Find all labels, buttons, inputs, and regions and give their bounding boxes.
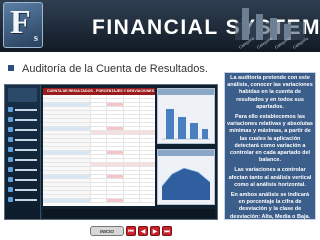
next-slide-button[interactable]: ▶ — [150, 226, 160, 236]
header-bar — [270, 18, 277, 40]
header-bar — [242, 8, 249, 40]
app-sidebar-item — [8, 186, 37, 193]
app-sidebar-item — [8, 116, 37, 123]
app-sidebar-item — [8, 176, 37, 183]
app-mini-bar-chart — [162, 109, 210, 140]
header-bar — [256, 14, 263, 40]
app-table-title: CUENTA DE RESULTADOS - PORCENTAJES Y DES… — [43, 88, 155, 95]
app-table-rows — [43, 95, 156, 203]
previous-slide-button[interactable]: ◀ — [138, 226, 148, 236]
app-results-table: CUENTA DE RESULTADOS - PORCENTAJES Y DES… — [43, 88, 156, 206]
note-paragraph: La auditoría pretende con este análisis,… — [227, 75, 313, 110]
app-status-bar — [43, 209, 215, 218]
table-row — [43, 199, 155, 203]
bullet-square-icon — [8, 65, 14, 71]
app-area-chart-panel — [157, 149, 215, 205]
app-sidebar-item — [8, 106, 37, 113]
last-slide-button[interactable]: ⏭ — [162, 226, 172, 236]
app-sidebar-item — [8, 156, 37, 163]
app-side-charts — [157, 88, 215, 206]
home-button[interactable]: INICIO — [90, 226, 124, 236]
first-slide-button[interactable]: ⏮ — [126, 226, 136, 236]
app-bar-chart-panel — [157, 88, 215, 144]
header-bar-chart-decoration: Categoría Categoría Categoría Categoría — [235, 8, 310, 50]
note-paragraph: En ambos análisis se indicará en porcent… — [229, 192, 311, 220]
app-sidebar-item — [8, 166, 37, 173]
note-paragraph: Para ello establecemos las variaciones r… — [227, 114, 313, 164]
app-screenshot: CUENTA DE RESULTADOS - PORCENTAJES Y DES… — [4, 84, 218, 220]
note-paragraph: Las variaciones a controlar afectan tant… — [228, 167, 312, 188]
app-sidebar-logo — [8, 88, 37, 102]
app-sidebar-item — [8, 126, 37, 133]
slide-navigation: INICIO ⏮ ◀ ▶ ⏭ — [90, 225, 172, 237]
header-banner: F s FINANCIAL SYSTEM Categoría Categoría… — [0, 0, 320, 52]
app-sidebar-item — [8, 146, 37, 153]
app-sidebar-item — [8, 196, 37, 203]
app-sidebar-item — [8, 136, 37, 143]
description-note: La auditoría pretende con este análisis,… — [224, 72, 316, 220]
bullet-text: Auditoría de la Cuenta de Resultados. — [22, 63, 208, 75]
app-logo: F s — [3, 2, 43, 48]
logo-letter: F — [10, 4, 31, 41]
app-sidebar — [5, 85, 41, 219]
logo-subletter: s — [33, 32, 38, 44]
app-mini-area-chart — [161, 167, 211, 200]
bullet-point: Auditoría de la Cuenta de Resultados. — [8, 63, 208, 75]
